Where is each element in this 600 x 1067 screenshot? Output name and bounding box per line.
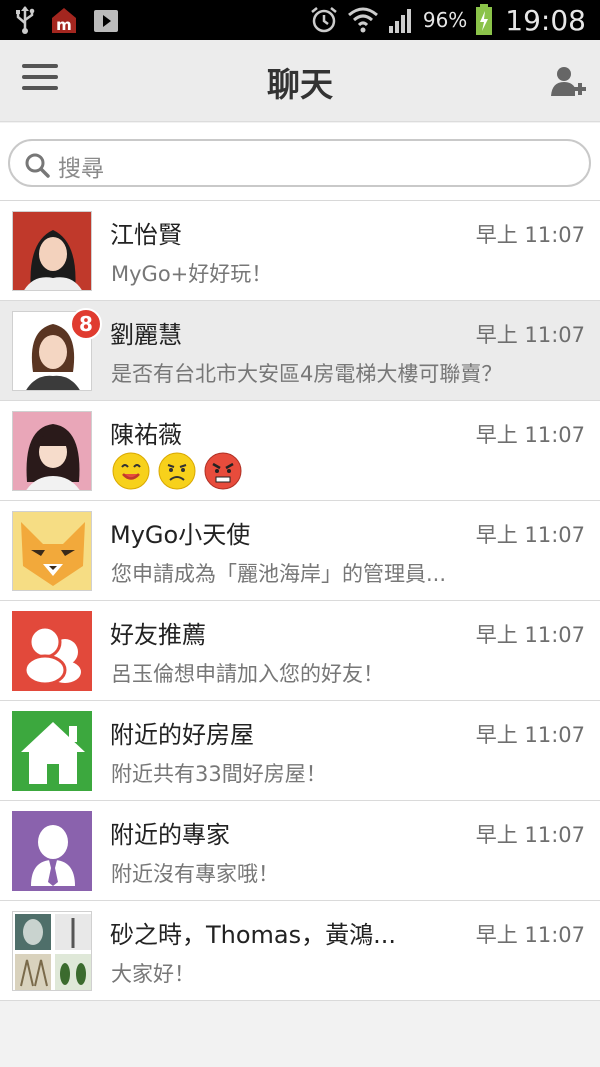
chat-message: 附近共有33間好房屋！ <box>111 762 327 786</box>
alarm-icon <box>311 7 337 33</box>
status-left-icons: m <box>14 4 120 36</box>
chat-name: MyGo小天使 <box>110 521 251 549</box>
chat-time: 早上 11:07 <box>475 323 585 347</box>
chat-row[interactable]: MyGo小天使 早上 11:07 您申請成為「麗池海岸」的管理員... <box>0 501 600 601</box>
chat-name: 劉麗慧 <box>110 321 182 349</box>
wifi-icon <box>347 7 378 33</box>
chat-time: 早上 11:07 <box>475 423 585 447</box>
friends-recommend-icon <box>12 611 92 691</box>
search-bar: 搜尋 <box>0 123 600 201</box>
sad-emoji-icon <box>158 452 196 490</box>
chat-name: 砂之時，Thomas，黃鴻... <box>110 921 397 949</box>
chat-time: 早上 11:07 <box>475 823 585 847</box>
play-store-icon <box>94 10 118 32</box>
chat-name: 江怡賢 <box>110 221 182 249</box>
chat-time: 早上 11:07 <box>475 723 585 747</box>
chat-time: 早上 11:07 <box>475 523 585 547</box>
unread-badge: 8 <box>70 308 102 340</box>
battery-percent: 96% <box>422 8 468 32</box>
chat-row[interactable]: 附近的好房屋 早上 11:07 附近共有33間好房屋！ <box>0 701 600 801</box>
chat-message: 大家好！ <box>111 962 195 986</box>
chat-row[interactable]: 好友推薦 早上 11:07 呂玉倫想申請加入您的好友！ <box>0 601 600 701</box>
chat-row[interactable]: 附近的專家 早上 11:07 附近沒有專家哦！ <box>0 801 600 901</box>
angry-emoji-icon <box>204 452 242 490</box>
search-input[interactable]: 搜尋 <box>8 139 591 187</box>
chat-message: 是否有台北市大安區4房電梯大樓可聯賣？ <box>111 362 503 386</box>
app-m-icon: m <box>52 8 76 34</box>
chat-name: 附近的專家 <box>110 821 230 849</box>
chat-message: 呂玉倫想申請加入您的好友！ <box>111 662 384 686</box>
house-icon <box>12 711 92 791</box>
chat-name: 好友推薦 <box>110 621 206 649</box>
chat-message: 您申請成為「麗池海岸」的管理員... <box>111 562 447 586</box>
chat-time: 早上 11:07 <box>475 223 585 247</box>
expert-person-icon <box>12 811 92 891</box>
svg-text:m: m <box>56 16 72 34</box>
status-time: 19:08 <box>505 3 586 37</box>
status-bar: m 96% 19:08 <box>0 0 600 40</box>
page-title: 聊天 <box>267 65 333 104</box>
chat-row[interactable]: 陳祐薇 早上 11:07 <box>0 401 600 501</box>
avatar <box>12 411 92 491</box>
fox-mascot-icon <box>12 511 92 591</box>
signal-icon <box>388 9 411 33</box>
chat-name: 附近的好房屋 <box>110 721 254 749</box>
group-photo-collage <box>12 911 92 991</box>
chat-time: 早上 11:07 <box>475 623 585 647</box>
smile-emoji-icon <box>112 452 150 490</box>
usb-icon <box>16 6 35 34</box>
chat-list: 江怡賢 早上 11:07 MyGo+好好玩！ 8 劉麗慧 早上 11:07 是否… <box>0 201 600 1001</box>
chat-row[interactable]: 8 劉麗慧 早上 11:07 是否有台北市大安區4房電梯大樓可聯賣？ <box>0 301 600 401</box>
chat-time: 早上 11:07 <box>475 923 585 947</box>
status-right-icons: 96% 19:08 <box>309 0 586 40</box>
chat-message: MyGo+好好玩！ <box>111 262 273 286</box>
chat-name: 陳祐薇 <box>110 421 182 449</box>
chat-row[interactable]: 江怡賢 早上 11:07 MyGo+好好玩！ <box>0 201 600 301</box>
chat-message: 附近沒有專家哦！ <box>111 862 279 886</box>
search-placeholder: 搜尋 <box>58 156 104 182</box>
avatar <box>12 211 92 291</box>
app-header: 聊天 <box>0 40 600 122</box>
search-icon <box>25 153 50 178</box>
chat-row[interactable]: 砂之時，Thomas，黃鴻... 早上 11:07 大家好！ <box>0 901 600 1001</box>
battery-icon <box>476 4 493 35</box>
emoji-message <box>112 452 242 492</box>
add-friend-icon[interactable] <box>550 64 586 100</box>
